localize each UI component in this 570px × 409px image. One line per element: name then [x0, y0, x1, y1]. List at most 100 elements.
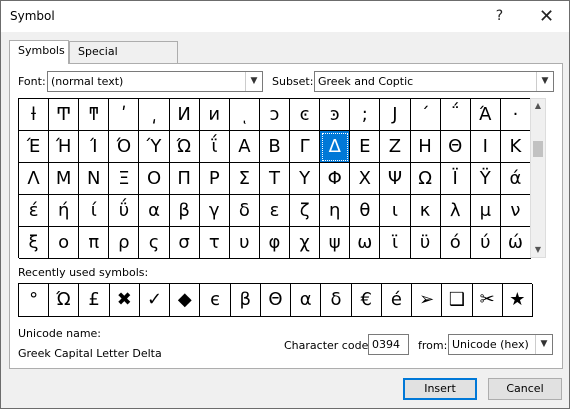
symbol-cell[interactable]: Κ: [500, 131, 531, 163]
recent-symbol-cell[interactable]: ★: [502, 284, 533, 317]
symbol-cell[interactable]: ϊ: [380, 227, 411, 259]
symbol-cell[interactable]: Ξ: [109, 163, 140, 195]
symbol-cell[interactable]: ͳ: [79, 99, 110, 131]
recent-symbol-cell[interactable]: ◆: [170, 284, 201, 317]
symbol-cell[interactable]: Ώ: [169, 131, 200, 163]
recent-symbol-cell[interactable]: δ: [321, 284, 352, 317]
symbol-cell[interactable]: ΄: [410, 99, 441, 131]
symbol-cell[interactable]: Ό: [109, 131, 140, 163]
tab-special-characters[interactable]: Special Characters: [69, 41, 178, 78]
symbol-cell[interactable]: Ι: [470, 131, 501, 163]
chevron-down-icon[interactable]: ▼: [535, 335, 552, 354]
symbol-cell[interactable]: Υ: [290, 163, 321, 195]
symbol-cell[interactable]: Ϊ: [440, 163, 471, 195]
symbol-cell[interactable]: ΰ: [109, 195, 140, 227]
symbol-cell[interactable]: ο: [49, 227, 80, 259]
symbol-cell[interactable]: ψ: [320, 227, 351, 259]
symbol-cell[interactable]: Ύ: [139, 131, 170, 163]
recent-symbol-cell[interactable]: €: [351, 284, 382, 317]
symbol-cell[interactable]: Μ: [49, 163, 80, 195]
symbol-cell[interactable]: ΐ: [199, 131, 230, 163]
symbol-cell[interactable]: ζ: [290, 195, 321, 227]
from-dropdown[interactable]: Unicode (hex) ▼: [448, 334, 553, 355]
recent-symbol-cell[interactable]: ✂: [472, 284, 503, 317]
scroll-down-icon[interactable]: ▼: [531, 243, 545, 257]
font-dropdown[interactable]: (normal text) ▼: [47, 71, 263, 92]
symbol-cell[interactable]: χ: [290, 227, 321, 259]
symbol-cell[interactable]: ϋ: [410, 227, 441, 259]
symbol-cell[interactable]: Ρ: [199, 163, 230, 195]
symbol-cell[interactable]: ώ: [500, 227, 531, 259]
symbol-cell[interactable]: ƚ: [19, 99, 50, 131]
symbol-cell[interactable]: φ: [259, 227, 291, 259]
symbol-cell[interactable]: π: [79, 227, 110, 259]
symbol-cell[interactable]: ω: [350, 227, 381, 259]
symbol-cell[interactable]: Ο: [139, 163, 170, 195]
symbol-cell[interactable]: ͵: [139, 99, 170, 131]
symbol-cell[interactable]: ʹ: [109, 99, 140, 131]
close-button[interactable]: ✕: [524, 1, 569, 32]
symbol-cell[interactable]: Ϳ: [380, 99, 411, 131]
insert-button[interactable]: Insert: [403, 378, 477, 400]
symbol-cell[interactable]: Σ: [229, 163, 260, 195]
symbol-cell[interactable]: ί: [79, 195, 110, 227]
symbol-cell[interactable]: Ή: [49, 131, 80, 163]
recent-symbol-cell[interactable]: ❑: [442, 284, 473, 317]
symbol-cell[interactable]: ͻ: [259, 99, 291, 131]
scroll-thumb[interactable]: [533, 141, 543, 157]
symbol-cell[interactable]: ͼ: [290, 99, 321, 131]
symbol-cell[interactable]: β: [169, 195, 200, 227]
scroll-up-icon[interactable]: ▲: [531, 99, 545, 113]
symbol-cell[interactable]: Ͷ: [169, 99, 200, 131]
symbol-cell[interactable]: ά: [500, 163, 531, 195]
symbol-cell[interactable]: μ: [470, 195, 501, 227]
symbol-cell[interactable]: ύ: [470, 227, 501, 259]
recent-symbol-cell[interactable]: α: [291, 284, 322, 317]
recent-symbol-cell[interactable]: β: [230, 284, 261, 317]
recent-symbol-cell[interactable]: é: [381, 284, 413, 317]
symbol-cell[interactable]: γ: [199, 195, 230, 227]
symbol-cell[interactable]: Θ: [440, 131, 471, 163]
symbol-cell[interactable]: Π: [169, 163, 200, 195]
symbol-cell[interactable]: Ά: [470, 99, 501, 131]
symbol-cell[interactable]: Η: [410, 131, 441, 163]
symbol-cell[interactable]: ξ: [19, 227, 50, 259]
symbol-cell[interactable]: σ: [169, 227, 200, 259]
symbol-cell[interactable]: ν: [500, 195, 531, 227]
symbol-cell[interactable]: θ: [350, 195, 381, 227]
recent-symbol-cell[interactable]: ✓: [139, 284, 171, 317]
symbol-cell[interactable]: ·: [500, 99, 531, 131]
symbol-cell[interactable]: Ν: [79, 163, 110, 195]
symbol-cell[interactable]: Ψ: [380, 163, 411, 195]
help-button[interactable]: ?: [477, 1, 522, 32]
symbol-cell[interactable]: ͺ: [229, 99, 260, 131]
symbol-cell[interactable]: ͽ: [320, 99, 351, 131]
symbol-cell[interactable]: Λ: [19, 163, 50, 195]
symbol-cell[interactable]: έ: [19, 195, 50, 227]
character-code-input[interactable]: 0394: [368, 334, 409, 355]
symbol-cell[interactable]: Χ: [350, 163, 381, 195]
symbol-cell[interactable]: Β: [259, 131, 291, 163]
symbol-cell[interactable]: ρ: [109, 227, 140, 259]
recent-symbol-cell[interactable]: є: [200, 284, 231, 317]
symbol-cell[interactable]: Α: [229, 131, 260, 163]
subset-dropdown[interactable]: Greek and Coptic ▼: [314, 71, 554, 92]
symbol-cell[interactable]: υ: [229, 227, 260, 259]
symbol-cell[interactable]: ι: [380, 195, 411, 227]
recent-symbol-cell[interactable]: Ώ: [49, 284, 80, 317]
symbol-cell[interactable]: η: [320, 195, 351, 227]
recent-symbol-cell[interactable]: ✖: [109, 284, 140, 317]
grid-scrollbar[interactable]: ▲ ▼: [530, 98, 546, 258]
symbol-cell[interactable]: α: [139, 195, 170, 227]
symbol-cell[interactable]: ό: [440, 227, 471, 259]
symbol-cell[interactable]: ͷ: [199, 99, 230, 131]
recent-symbol-cell[interactable]: Θ: [260, 284, 292, 317]
symbol-cell[interactable]: ς: [139, 227, 170, 259]
recent-symbol-cell[interactable]: £: [79, 284, 110, 317]
symbol-cell[interactable]: δ: [229, 195, 260, 227]
symbol-cell[interactable]: Ω: [410, 163, 441, 195]
recent-symbol-cell[interactable]: ➢: [412, 284, 443, 317]
symbol-cell[interactable]: Φ: [320, 163, 351, 195]
symbol-cell[interactable]: ΅: [440, 99, 471, 131]
symbol-cell[interactable]: Τ: [259, 163, 291, 195]
